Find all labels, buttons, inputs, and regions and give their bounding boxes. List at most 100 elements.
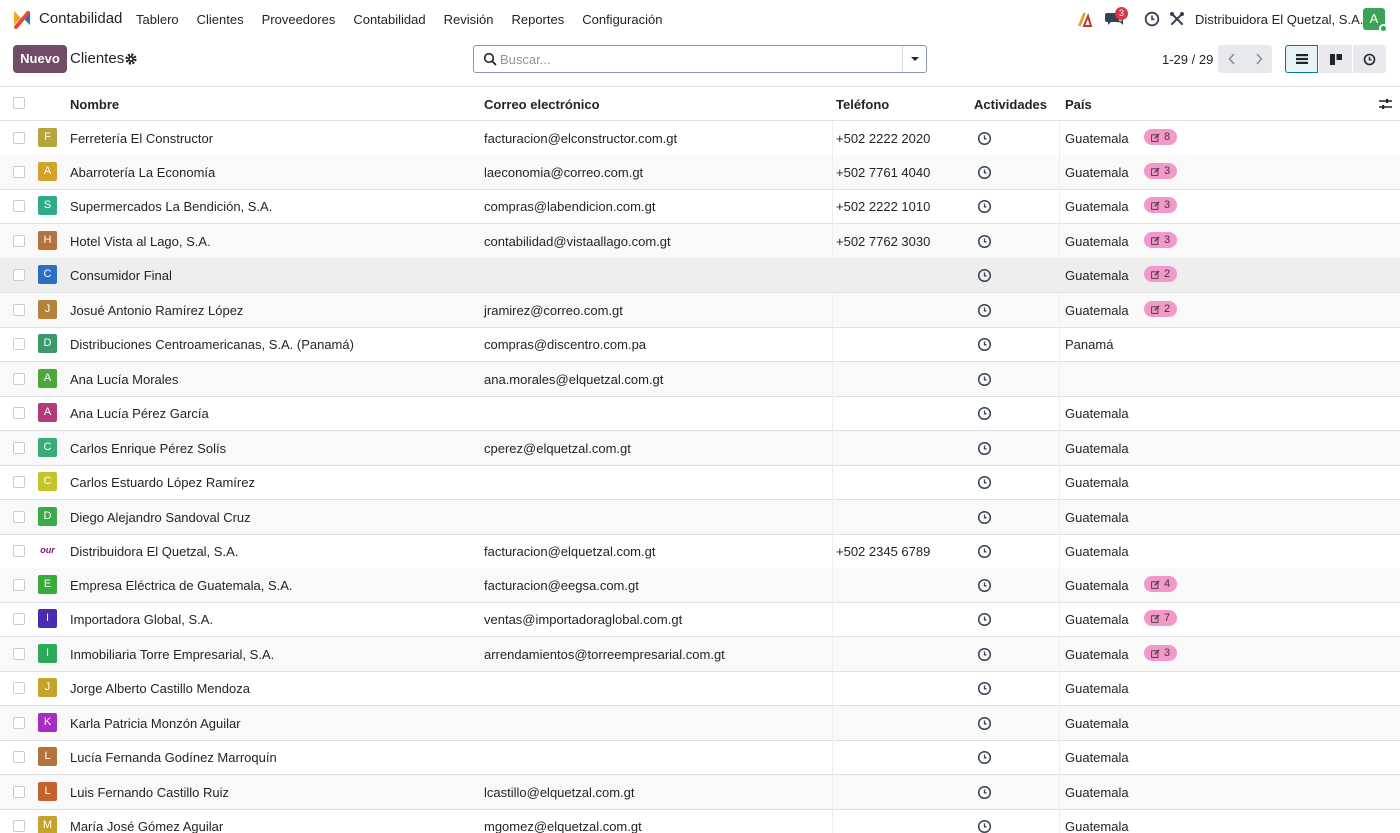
menu-item-tablero[interactable]: Tablero xyxy=(127,12,188,27)
activity-clock-icon[interactable] xyxy=(977,716,992,731)
messages-icon[interactable]: 3 xyxy=(1105,7,1128,28)
table-row[interactable]: our l Distribuidora El Quetzal, S.A. factu… xyxy=(0,534,1400,569)
row-checkbox[interactable] xyxy=(13,373,25,385)
avatar: L xyxy=(38,747,57,766)
activity-clock-icon[interactable] xyxy=(977,750,992,765)
new-button[interactable]: Nuevo xyxy=(13,45,67,73)
row-checkbox[interactable] xyxy=(13,717,25,729)
row-checkbox[interactable] xyxy=(13,442,25,454)
table-row[interactable]: C Carlos Enrique Pérez Solís cperez@elquet… xyxy=(0,431,1400,466)
optional-columns-icon[interactable] xyxy=(1379,98,1392,110)
row-checkbox[interactable] xyxy=(13,132,25,144)
activity-clock-icon[interactable] xyxy=(977,199,992,214)
row-checkbox[interactable] xyxy=(13,476,25,488)
kanban-view-button[interactable] xyxy=(1319,45,1352,73)
table-row[interactable]: D Diego Alejandro Sandoval Cruz Guatemala xyxy=(0,500,1400,535)
app-logo-icon[interactable] xyxy=(12,9,32,29)
company-switcher[interactable]: Distribuidora El Quetzal, S.A. xyxy=(1195,12,1363,27)
row-checkbox[interactable] xyxy=(13,304,25,316)
row-checkbox[interactable] xyxy=(13,682,25,694)
row-checkbox[interactable] xyxy=(13,338,25,350)
table-row[interactable]: E Empresa Eléctrica de Guatemala, S.A. fac… xyxy=(0,568,1400,603)
table-row[interactable]: D Distribuciones Centroamericanas, S.A. (… xyxy=(0,327,1400,362)
table-row[interactable]: A Ana Lucía Pérez García Guatemala xyxy=(0,396,1400,431)
table-row[interactable]: A Ana Lucía Morales ana.morales@elquetzal.… xyxy=(0,362,1400,397)
row-checkbox[interactable] xyxy=(13,511,25,523)
pager-next-button[interactable] xyxy=(1245,45,1272,73)
table-row[interactable]: J Jorge Alberto Castillo Mendoza Guatemala xyxy=(0,671,1400,706)
activity-clock-icon[interactable] xyxy=(977,475,992,490)
activity-clock-icon[interactable] xyxy=(977,165,992,180)
activity-clock-icon[interactable] xyxy=(977,578,992,593)
menu-item-contabilidad[interactable]: Contabilidad xyxy=(344,12,434,27)
row-checkbox[interactable] xyxy=(13,200,25,212)
search-options-toggle[interactable] xyxy=(902,46,926,72)
breadcrumb: Clientes xyxy=(70,50,125,67)
user-avatar[interactable]: A xyxy=(1363,8,1388,33)
activity-clock-icon[interactable] xyxy=(977,234,992,249)
row-checkbox[interactable] xyxy=(13,166,25,178)
column-header-telefono[interactable]: Teléfono xyxy=(836,97,889,112)
table-row[interactable]: J Josué Antonio Ramírez López jramirez@cor… xyxy=(0,293,1400,328)
table-row[interactable]: A Abarrotería La Economía laeconomia@corre… xyxy=(0,155,1400,190)
menu-item-clientes[interactable]: Clientes xyxy=(188,12,253,27)
pager-value[interactable]: 1-29 / 29 xyxy=(1162,52,1213,67)
app-name[interactable]: Contabilidad xyxy=(39,10,122,27)
activity-clock-icon[interactable] xyxy=(977,268,992,283)
select-all-checkbox[interactable] xyxy=(13,97,25,109)
row-checkbox[interactable] xyxy=(13,786,25,798)
activity-clock-icon[interactable] xyxy=(977,681,992,696)
cell-email: facturacion@elquetzal.com.gt xyxy=(484,544,656,559)
activity-clock-icon[interactable] xyxy=(977,372,992,387)
pager-previous-button[interactable] xyxy=(1218,45,1245,73)
table-row[interactable]: I Inmobiliaria Torre Empresarial, S.A. arr… xyxy=(0,637,1400,672)
menu-item-proveedores[interactable]: Proveedores xyxy=(253,12,345,27)
table-row[interactable]: L Lucía Fernanda Godínez Marroquín Guatema… xyxy=(0,740,1400,775)
ai-icon[interactable] xyxy=(1077,10,1095,28)
activity-clock-icon[interactable] xyxy=(977,337,992,352)
activity-clock-icon[interactable] xyxy=(977,510,992,525)
activity-clock-icon[interactable] xyxy=(977,406,992,421)
column-header-pais[interactable]: País xyxy=(1065,97,1092,112)
column-header-actividades[interactable]: Actividades xyxy=(974,97,1047,112)
table-row[interactable]: H Hotel Vista al Lago, S.A. contabilidad@v… xyxy=(0,224,1400,259)
menu-item-reportes[interactable]: Reportes xyxy=(502,12,573,27)
table-row[interactable]: C Carlos Estuardo López Ramírez Guatemala xyxy=(0,465,1400,500)
activity-clock-icon[interactable] xyxy=(977,819,992,833)
activity-clock-icon[interactable] xyxy=(977,303,992,318)
list-view-button[interactable] xyxy=(1285,45,1318,73)
row-checkbox[interactable] xyxy=(13,648,25,660)
table-row[interactable]: M María José Gómez Aguilar mgomez@elquetza… xyxy=(0,809,1400,833)
table-row[interactable]: S Supermercados La Bendición, S.A. compras… xyxy=(0,189,1400,224)
activity-clock-icon[interactable] xyxy=(977,131,992,146)
row-checkbox[interactable] xyxy=(13,613,25,625)
row-checkbox[interactable] xyxy=(13,407,25,419)
cell-country: Guatemala xyxy=(1065,303,1129,318)
gear-icon[interactable] xyxy=(125,53,137,65)
menu-item-configuracion[interactable]: Configuración xyxy=(573,12,671,27)
table-row[interactable]: L Luis Fernando Castillo Ruiz lcastillo@el… xyxy=(0,775,1400,810)
table-row[interactable]: K Karla Patricia Monzón Aguilar Guatemala xyxy=(0,706,1400,741)
table-row[interactable]: C Consumidor Final Guatemala 2 xyxy=(0,258,1400,293)
column-divider xyxy=(1059,293,1060,328)
debug-tools-icon[interactable] xyxy=(1168,10,1186,28)
row-checkbox[interactable] xyxy=(13,269,25,281)
row-checkbox[interactable] xyxy=(13,820,25,832)
table-row[interactable]: F Ferretería El Constructor facturacion@el… xyxy=(0,121,1400,156)
column-header-nombre[interactable]: Nombre xyxy=(70,97,119,112)
activity-clock-icon[interactable] xyxy=(977,544,992,559)
menu-item-revision[interactable]: Revisión xyxy=(435,12,503,27)
table-row[interactable]: I Importadora Global, S.A. ventas@importad… xyxy=(0,602,1400,637)
column-header-correo[interactable]: Correo electrónico xyxy=(484,97,600,112)
activity-view-button[interactable] xyxy=(1353,45,1386,73)
row-checkbox[interactable] xyxy=(13,579,25,591)
activity-clock-icon[interactable] xyxy=(977,785,992,800)
activity-clock-icon[interactable] xyxy=(977,441,992,456)
search-input[interactable] xyxy=(500,49,900,69)
row-checkbox[interactable] xyxy=(13,545,25,557)
activity-clock-icon[interactable] xyxy=(977,647,992,662)
row-checkbox[interactable] xyxy=(13,751,25,763)
activity-clock-icon[interactable] xyxy=(1143,10,1161,28)
row-checkbox[interactable] xyxy=(13,235,25,247)
activity-clock-icon[interactable] xyxy=(977,612,992,627)
